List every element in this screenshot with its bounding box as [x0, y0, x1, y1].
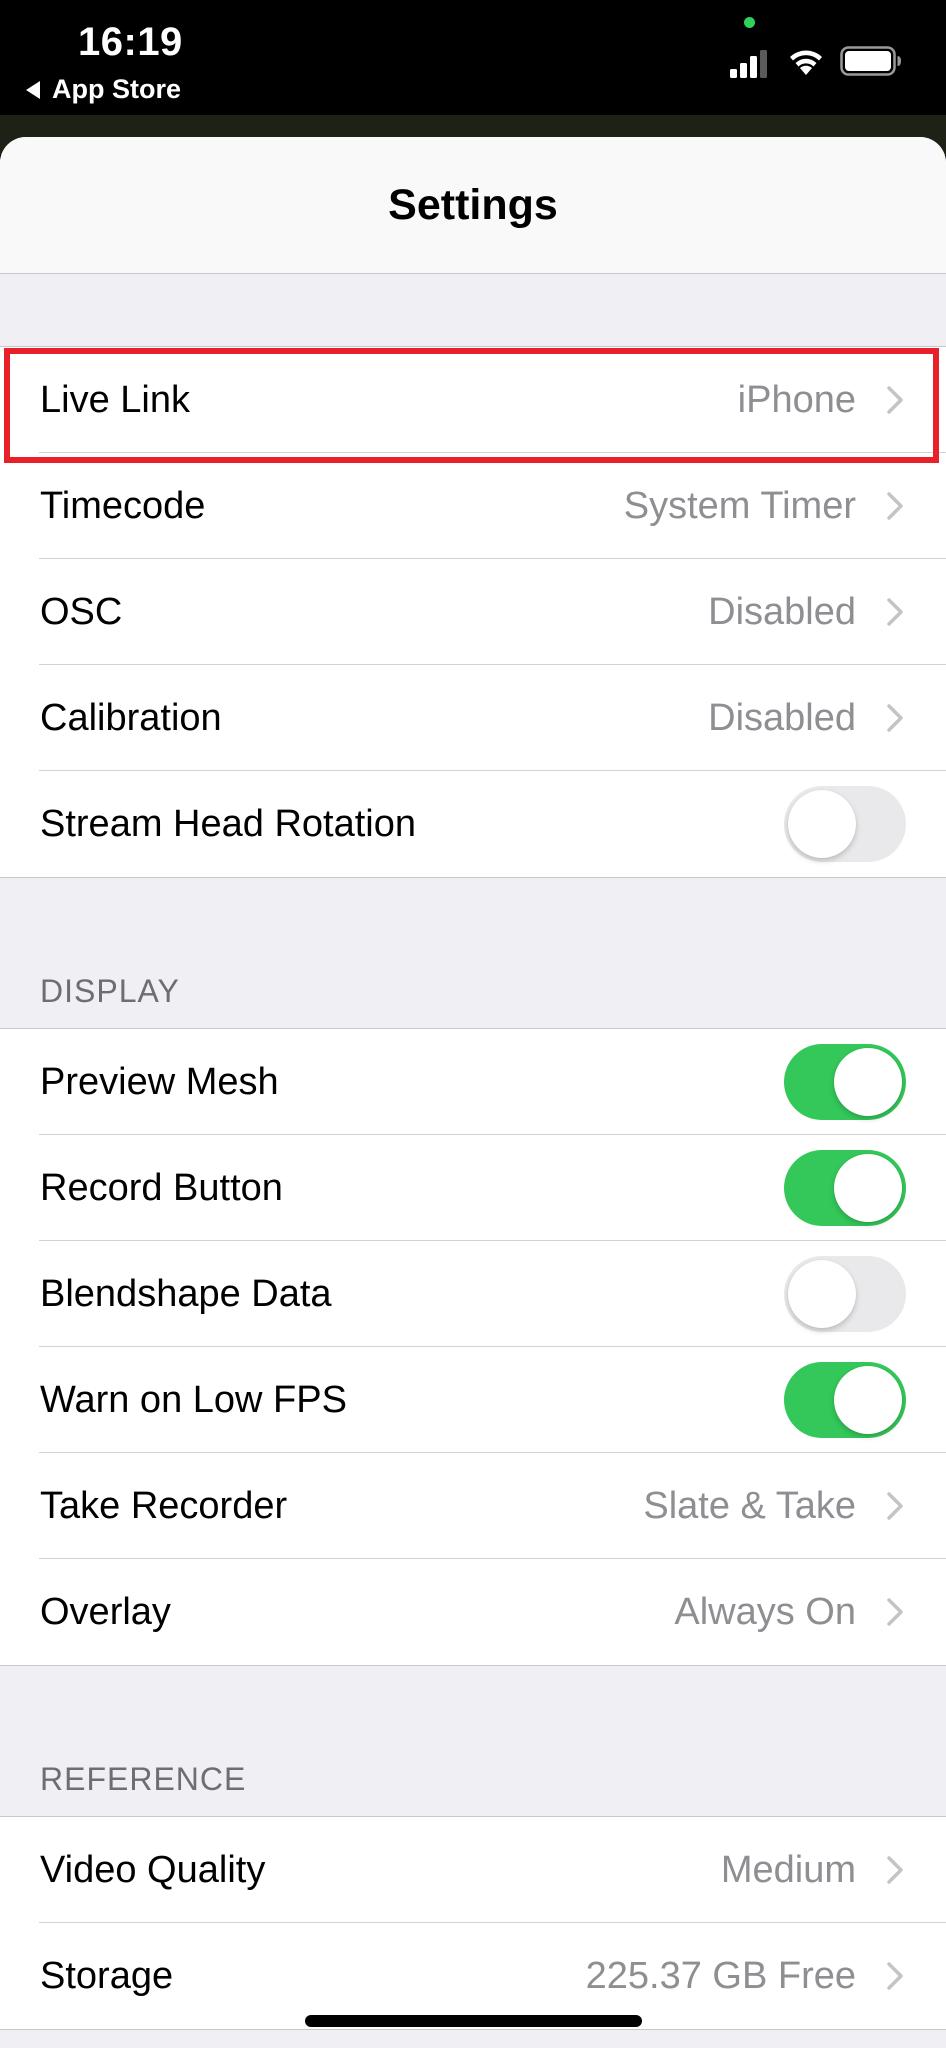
- setting-label: Take Recorder: [40, 1484, 288, 1527]
- chevron-right-icon: [887, 492, 903, 520]
- page-title: Settings: [388, 180, 558, 229]
- setting-label: Timecode: [40, 484, 206, 527]
- setting-label: Blendshape Data: [40, 1272, 332, 1315]
- setting-label: Video Quality: [40, 1848, 266, 1891]
- setting-value: Disabled: [708, 590, 856, 633]
- toggle-knob: [834, 1048, 902, 1116]
- chevron-right-icon: [887, 1598, 903, 1626]
- setting-row-preview-mesh: Preview Mesh: [0, 1029, 946, 1135]
- back-to-app-store-button[interactable]: App Store: [26, 74, 181, 105]
- screen: 16:19 App Store Settings Live Link iPhon…: [0, 0, 946, 2048]
- back-arrow-icon: [26, 80, 40, 99]
- setting-label: Stream Head Rotation: [40, 802, 416, 845]
- toggle-knob: [834, 1154, 902, 1222]
- setting-value: System Timer: [623, 484, 856, 527]
- setting-label: Calibration: [40, 696, 222, 739]
- setting-row-timecode[interactable]: Timecode System Timer: [0, 453, 946, 559]
- setting-label: OSC: [40, 590, 123, 633]
- settings-sheet: Settings Live Link iPhone Timecode Syste…: [0, 137, 946, 2048]
- warn-on-low-fps-toggle[interactable]: [784, 1362, 906, 1438]
- chevron-right-icon: [887, 1492, 903, 1520]
- cellular-signal-icon: [730, 50, 767, 78]
- setting-value: Disabled: [708, 696, 856, 739]
- setting-label: Live Link: [40, 378, 190, 421]
- setting-row-warn-on-low-fps: Warn on Low FPS: [0, 1347, 946, 1453]
- preview-mesh-toggle[interactable]: [784, 1044, 906, 1120]
- stream-head-rotation-toggle[interactable]: [784, 786, 906, 862]
- setting-row-live-link[interactable]: Live Link iPhone: [0, 347, 946, 453]
- setting-label: Overlay: [40, 1590, 171, 1633]
- status-time: 16:19: [78, 20, 183, 64]
- chevron-right-icon: [887, 1962, 903, 1990]
- setting-row-blendshape-data: Blendshape Data: [0, 1241, 946, 1347]
- setting-row-calibration[interactable]: Calibration Disabled: [0, 665, 946, 771]
- setting-row-take-recorder[interactable]: Take Recorder Slate & Take: [0, 1453, 946, 1559]
- toggle-knob: [788, 790, 856, 858]
- setting-value: Always On: [674, 1590, 856, 1633]
- reference-settings-group: Video Quality Medium Storage 225.37 GB F…: [0, 1816, 946, 2030]
- setting-value: Slate & Take: [643, 1484, 856, 1527]
- setting-row-record-button: Record Button: [0, 1135, 946, 1241]
- setting-row-stream-head-rotation: Stream Head Rotation: [0, 771, 946, 877]
- setting-label: Warn on Low FPS: [40, 1378, 347, 1421]
- chevron-right-icon: [887, 386, 903, 414]
- setting-row-video-quality[interactable]: Video Quality Medium: [0, 1817, 946, 1923]
- blendshape-data-toggle[interactable]: [784, 1256, 906, 1332]
- setting-label: Record Button: [40, 1166, 283, 1209]
- setting-value: Medium: [720, 1848, 856, 1891]
- chevron-right-icon: [887, 598, 903, 626]
- navigation-bar: Settings: [0, 137, 946, 274]
- home-indicator[interactable]: [305, 2015, 642, 2027]
- setting-row-overlay[interactable]: Overlay Always On: [0, 1559, 946, 1665]
- section-header-display: DISPLAY: [0, 878, 946, 1028]
- setting-row-storage[interactable]: Storage 225.37 GB Free: [0, 1923, 946, 2029]
- toggle-knob: [834, 1366, 902, 1434]
- display-settings-group: Preview Mesh Record Button Blendshape Da…: [0, 1028, 946, 1666]
- section-title: REFERENCE: [40, 1761, 247, 1797]
- general-settings-group: Live Link iPhone Timecode System Timer O…: [0, 346, 946, 878]
- chevron-right-icon: [887, 1856, 903, 1884]
- section-title: DISPLAY: [40, 973, 180, 1009]
- wifi-icon: [790, 50, 822, 75]
- setting-value: 225.37 GB Free: [585, 1954, 856, 1997]
- status-bar: 16:19 App Store: [0, 0, 946, 120]
- section-header-reference: REFERENCE: [0, 1666, 946, 1816]
- setting-value: iPhone: [737, 378, 856, 421]
- setting-label: Storage: [40, 1954, 174, 1997]
- chevron-right-icon: [887, 704, 903, 732]
- camera-in-use-indicator-icon: [744, 17, 755, 28]
- back-label: App Store: [52, 74, 182, 104]
- battery-icon: [840, 46, 901, 76]
- record-button-toggle[interactable]: [784, 1150, 906, 1226]
- toggle-knob: [788, 1260, 856, 1328]
- setting-row-osc[interactable]: OSC Disabled: [0, 559, 946, 665]
- setting-label: Preview Mesh: [40, 1060, 279, 1103]
